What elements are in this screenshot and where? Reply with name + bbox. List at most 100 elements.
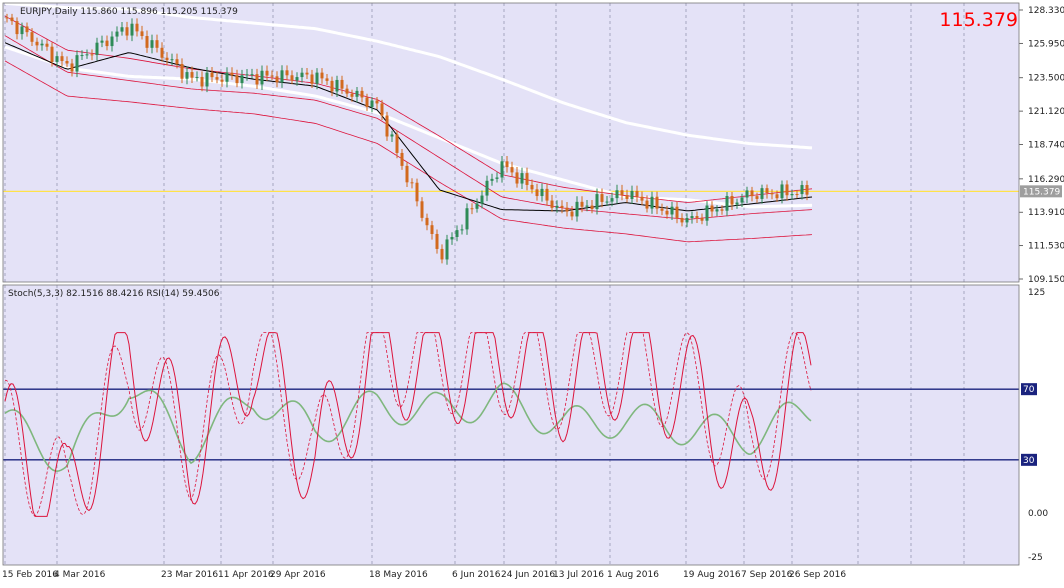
candle-bullish: [225, 72, 229, 82]
candle-bearish: [600, 194, 604, 202]
candle-bullish: [80, 55, 84, 57]
candle-bullish: [260, 70, 264, 85]
candle-bearish: [15, 21, 19, 35]
candle-bullish: [355, 90, 359, 97]
candle-bearish: [535, 189, 539, 197]
candle-bullish: [465, 208, 469, 230]
x-tick-label: 4 Mar 2016: [54, 570, 106, 580]
candle-bearish: [275, 76, 279, 83]
candle-bullish: [300, 72, 304, 78]
candle-bearish: [620, 190, 624, 196]
y-tick-label: 111.530: [1028, 242, 1064, 252]
price-panel[interactable]: [3, 3, 1019, 282]
candle-bullish: [110, 36, 114, 47]
candle-bullish: [55, 56, 59, 62]
candle-bullish: [490, 178, 494, 181]
candle-bullish: [800, 185, 804, 195]
candle-bearish: [565, 207, 569, 212]
candle-bullish: [40, 43, 44, 46]
candle-bullish: [195, 76, 199, 78]
candle-bearish: [360, 90, 364, 98]
candle-bearish: [430, 225, 434, 234]
y-tick-label: 128.330: [1028, 6, 1064, 16]
candle-bearish: [515, 172, 519, 184]
candle-bearish: [350, 93, 354, 97]
x-tick-label: 6 Jun 2016: [452, 570, 501, 580]
candle-bullish: [120, 27, 124, 32]
y-tick-label: -25: [1028, 553, 1043, 563]
candle-bullish: [780, 184, 784, 199]
y-tick-label: 121.120: [1028, 107, 1064, 117]
candle-bearish: [105, 40, 109, 47]
candle-bullish: [790, 194, 794, 196]
candle-bearish: [375, 100, 379, 104]
candle-bearish: [580, 201, 584, 207]
candle-bullish: [280, 70, 284, 83]
candle-bullish: [630, 190, 634, 199]
candle-bearish: [755, 196, 759, 199]
candle-bearish: [470, 208, 474, 210]
candle-bullish: [575, 201, 579, 217]
candle-bearish: [220, 79, 224, 82]
candle-bearish: [420, 201, 424, 218]
candle-bearish: [785, 184, 789, 196]
candle-bearish: [365, 97, 369, 107]
candle-bullish: [335, 79, 339, 92]
candle-bearish: [405, 165, 409, 183]
candle-bullish: [475, 203, 479, 209]
candle-bearish: [265, 70, 269, 76]
candle-bearish: [645, 200, 649, 209]
candle-bullish: [315, 72, 319, 84]
candle-bearish: [730, 195, 734, 205]
candle-bullish: [540, 188, 544, 197]
candle-bullish: [685, 218, 689, 223]
candle-bullish: [485, 180, 489, 196]
candle-bearish: [125, 27, 129, 36]
oscillator-panel[interactable]: [3, 285, 1019, 565]
candle-bearish: [70, 63, 74, 72]
candle-bearish: [695, 216, 699, 218]
symbol-info: EURJPY,Daily 115.860 115.896 115.205 115…: [20, 7, 238, 17]
candle-bullish: [610, 198, 614, 202]
chart-canvas[interactable]: 15 Feb 20164 Mar 2016 23 Mar 2016 11 Apr 2…: [0, 0, 1064, 584]
candle-bullish: [185, 72, 189, 79]
candle-bullish: [250, 74, 254, 76]
indicator-info: Stoch(5,3,3) 82.1516 88.4216 RSI(14) 59.…: [8, 289, 220, 299]
x-tick-label: 18 May 2016: [369, 570, 428, 580]
y-tick-label: 125: [1028, 288, 1045, 298]
candle-bearish: [255, 74, 259, 85]
candle-bullish: [555, 205, 559, 208]
candle-bearish: [155, 40, 159, 48]
y-tick-label: 125.950: [1028, 39, 1064, 49]
candle-bearish: [65, 61, 69, 64]
candle-bearish: [285, 70, 289, 76]
candle-bearish: [235, 75, 239, 84]
candle-bearish: [415, 182, 419, 202]
candle-bearish: [45, 43, 49, 47]
candle-bearish: [325, 78, 329, 81]
candle-bullish: [130, 23, 134, 36]
candle-bearish: [215, 77, 219, 80]
candle-bearish: [410, 182, 414, 184]
candle-bearish: [400, 152, 404, 166]
candle-bullish: [20, 26, 24, 35]
x-tick-label: 26 Sep 2016: [789, 570, 846, 580]
candle-bearish: [795, 194, 799, 196]
candle-bullish: [690, 216, 694, 219]
candle-bullish: [605, 201, 609, 203]
current-price-big: 115.379: [939, 9, 1018, 31]
candle-bullish: [150, 40, 154, 48]
x-tick-label: 24 Jun 2016: [501, 570, 555, 580]
candle-bearish: [340, 79, 344, 89]
candle-bullish: [650, 196, 654, 209]
candle-bearish: [545, 188, 549, 201]
candle-bullish: [745, 190, 749, 198]
y-tick-label: 118.740: [1028, 141, 1064, 151]
candle-bearish: [165, 57, 169, 61]
candle-bearish: [25, 26, 29, 33]
candle-bearish: [90, 54, 94, 56]
candle-bearish: [135, 23, 139, 32]
trading-chart[interactable]: 15 Feb 2016 4 Mar 2016 23 Mar 2016 11 Apr 2…: [0, 0, 1064, 584]
y-tick-label: 0.00: [1028, 509, 1048, 519]
candle-bullish: [95, 42, 99, 56]
